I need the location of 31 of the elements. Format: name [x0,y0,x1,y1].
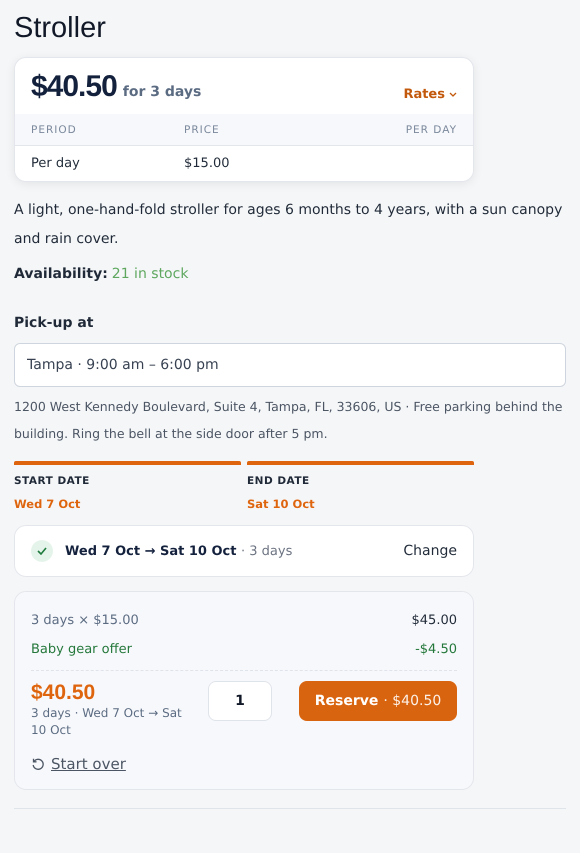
availability-label: Availability: [14,266,108,282]
change-button[interactable]: Change [403,543,457,559]
table-cell-text: Per day [31,156,81,171]
total-amount: $40.50 [31,681,96,705]
column-header: PRICE [184,124,221,136]
page-title: Stroller [14,12,107,45]
column-header: PERIOD [31,124,78,136]
column-header: PER DAY [404,124,457,136]
address-text: 1200 West Kennedy Boulevard, Suite 4, Tampa, FL, 33606, US · Free parking behind the building. Ring the bell at the side door after 5 pm. [14,398,564,443]
pickup-label: Pick-up at [14,315,94,331]
check-icon [31,540,53,562]
date-tab[interactable]: START DATE Wed 7 Oct [14,461,241,511]
line-amount: -$4.50 [415,642,457,657]
pickup-field[interactable]: Tampa · 9:00 am – 6:00 pm [14,343,566,387]
line-label: Baby gear offer [31,642,132,657]
quantity-field[interactable]: 1 [208,681,272,721]
description-text: A light, one-hand-fold stroller for ages 6 months to 4 years, with a sun canopy and rain cover. [14,201,564,249]
reset-icon [31,757,45,771]
reserve-button[interactable]: Reserve · $40.50 [299,681,457,721]
line-label: 3 days × $15.00 [31,613,139,628]
line-amount: $45.00 [412,613,457,628]
stock-status: 21 in stock [112,266,188,282]
chevron-down-icon [449,92,457,98]
start-over-link[interactable]: Start over [51,755,126,773]
rates-toggle[interactable]: Rates [403,87,457,102]
total-detail: 3 days · Wed 7 Oct → Sat 10 Oct [31,705,183,739]
table-cell-text: $15.00 [184,156,230,171]
total-price: $40.50 [31,70,117,103]
date-range-text: Wed 7 Oct → Sat 10 Oct · 3 days [65,544,294,558]
date-tab[interactable]: END DATE Sat 10 Oct [247,461,474,511]
duration-text: for 3 days [122,84,202,100]
